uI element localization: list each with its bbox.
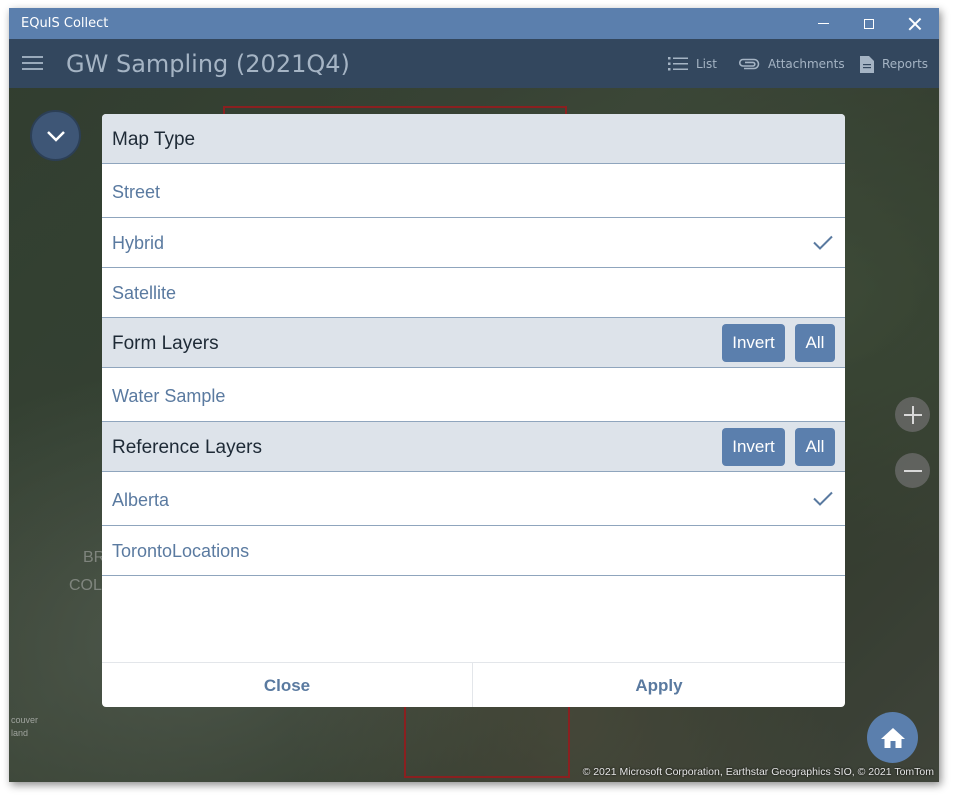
form-layers-header: Form Layers Invert All (102, 318, 845, 368)
reference-layer-alberta[interactable]: Alberta (102, 472, 845, 526)
option-label: Satellite (112, 283, 177, 303)
paperclip-icon (739, 58, 760, 70)
maximize-button[interactable] (846, 8, 892, 39)
zoom-in-button[interactable] (895, 397, 930, 432)
checkmark-icon (813, 235, 833, 250)
app-header: GW Sampling (2021Q4) List Attachments Re… (9, 39, 939, 88)
title-bar: EQuIS Collect (9, 8, 939, 39)
list-button[interactable]: List (668, 56, 717, 72)
map-layers-dialog: Map Type Street Hybrid Satellite Form La… (102, 114, 845, 707)
close-icon (909, 18, 921, 30)
app-window: EQuIS Collect GW Sampling (2021Q4) List … (9, 8, 939, 782)
layer-label: TorontoLocations (112, 541, 250, 561)
reference-layers-invert-button[interactable]: Invert (722, 428, 785, 466)
map-type-option-street[interactable]: Street (102, 164, 845, 218)
zoom-out-button[interactable] (895, 453, 930, 488)
map-label: COL (69, 577, 102, 594)
plus-icon (903, 405, 922, 424)
dialog-footer: Close Apply (102, 662, 845, 707)
maximize-icon (864, 18, 874, 29)
list-label: List (696, 57, 717, 71)
option-label: Street (112, 182, 161, 202)
hamburger-menu-icon[interactable] (22, 56, 43, 70)
form-layers-title: Form Layers (112, 333, 219, 354)
close-button[interactable]: Close (102, 663, 473, 707)
minimize-icon (817, 23, 829, 24)
layer-label: Alberta (112, 490, 170, 510)
map-type-option-satellite[interactable]: Satellite (102, 268, 845, 318)
home-button[interactable] (867, 712, 918, 763)
option-label: Hybrid (112, 233, 165, 253)
document-icon (860, 55, 874, 73)
home-icon (880, 727, 905, 748)
checkmark-icon (813, 491, 833, 506)
reports-label: Reports (882, 57, 929, 71)
map-type-header: Map Type (102, 114, 845, 164)
minus-icon (903, 469, 922, 472)
layer-label: Water Sample (112, 386, 226, 406)
map-label: couver (11, 715, 39, 725)
map-type-option-hybrid[interactable]: Hybrid (102, 218, 845, 268)
reports-button[interactable]: Reports (860, 55, 929, 73)
apply-button[interactable]: Apply (473, 663, 845, 707)
map-label: land (11, 728, 29, 738)
reference-layers-title: Reference Layers (112, 437, 262, 458)
reference-layer-torontolocations[interactable]: TorontoLocations (102, 526, 845, 576)
attachments-button[interactable]: Attachments (738, 56, 845, 72)
collapse-button[interactable] (30, 110, 81, 161)
form-layer-water-sample[interactable]: Water Sample (102, 368, 845, 422)
page-title: GW Sampling (2021Q4) (66, 50, 350, 78)
attachments-label: Attachments (768, 57, 845, 71)
minimize-button[interactable] (800, 8, 846, 39)
chevron-down-icon (46, 130, 65, 142)
window-title: EQuIS Collect (21, 16, 109, 31)
form-layers-all-button[interactable]: All (795, 324, 835, 362)
reference-layers-header: Reference Layers Invert All (102, 422, 845, 472)
close-window-button[interactable] (892, 8, 938, 39)
form-layers-invert-button[interactable]: Invert (722, 324, 785, 362)
map-copyright: © 2021 Microsoft Corporation, Earthstar … (582, 766, 934, 778)
reference-layers-all-button[interactable]: All (795, 428, 835, 466)
map-type-title: Map Type (112, 129, 196, 150)
list-icon (668, 57, 688, 71)
